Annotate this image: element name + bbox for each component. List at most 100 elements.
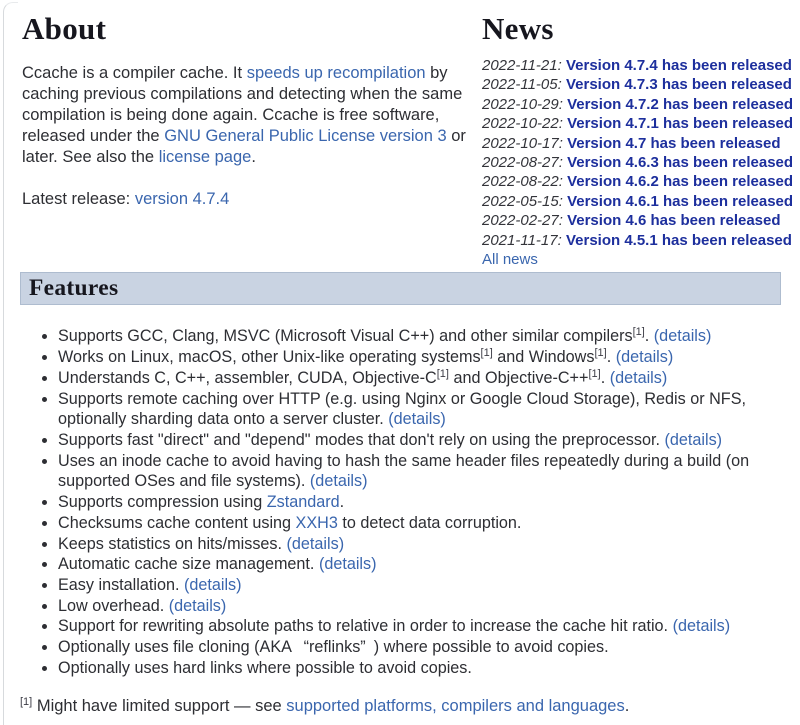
news-release-link[interactable]: Version 4.6.3 has been released <box>567 154 793 171</box>
news-release-link[interactable]: Version 4.7.2 has been released <box>567 96 793 113</box>
feature-item: Supports remote caching over HTTP (e.g. … <box>58 389 781 430</box>
text-run: Ccache is a compiler cache. It <box>22 64 247 82</box>
latest-release-line: Latest release: version 4.7.4 <box>22 189 478 210</box>
text-run: Understands C, C++, assembler, CUDA, Obj… <box>58 369 437 387</box>
text-run: Checksums cache content using <box>58 514 296 532</box>
feature-item: Optionally uses hard links where possibl… <box>58 658 781 679</box>
text-run: and Windows <box>493 348 595 366</box>
news-date: 2022-02-27: <box>482 212 563 229</box>
features-heading: Features <box>20 272 781 305</box>
inline-link[interactable]: (details) <box>388 410 446 428</box>
inline-link[interactable]: speeds up recompilation <box>247 64 426 82</box>
news-date: 2021-11-17: <box>482 232 562 249</box>
news-date: 2022-10-17: <box>482 135 563 152</box>
inline-link[interactable]: (details) <box>654 327 712 345</box>
text-run: . <box>645 327 654 345</box>
inline-link[interactable]: (details) <box>287 535 345 553</box>
text-run: Supports GCC, Clang, MSVC (Microsoft Vis… <box>58 327 633 345</box>
inline-link[interactable]: Zstandard <box>267 493 340 511</box>
news-release-link[interactable]: Version 4.7.3 has been released <box>566 76 792 93</box>
news-item: 2022-10-29: Version 4.7.2 has been relea… <box>482 95 793 114</box>
news-release-link[interactable]: Version 4.7 has been released <box>567 135 780 152</box>
about-heading: About <box>22 12 480 46</box>
news-item: 2022-02-27: Version 4.6 has been release… <box>482 211 793 230</box>
inline-link[interactable]: XXH3 <box>296 514 338 532</box>
news-release-link[interactable]: Version 4.6.1 has been released <box>567 193 793 210</box>
text-run: . <box>601 369 610 387</box>
news-item: 2022-10-22: Version 4.7.1 has been relea… <box>482 114 793 133</box>
text-run: Keeps statistics on hits/misses. <box>58 535 287 553</box>
text-run: Latest release: <box>22 190 135 208</box>
news-date: 2022-05-15: <box>482 193 563 210</box>
feature-item: Easy installation. (details) <box>58 575 781 596</box>
inline-link[interactable]: (details) <box>610 369 668 387</box>
inline-link[interactable]: (details) <box>310 472 368 490</box>
text-run: Automatic cache size management. <box>58 555 319 573</box>
text-run: . <box>607 348 616 366</box>
all-news-link[interactable]: All news <box>482 250 538 269</box>
feature-item: Optionally uses file cloning (AKA “refli… <box>58 637 781 658</box>
feature-item: Low overhead. (details) <box>58 596 781 617</box>
inline-link[interactable]: (details) <box>616 348 674 366</box>
text-run: Uses an inode cache to avoid having to h… <box>58 452 749 491</box>
text-run: . <box>625 697 630 715</box>
text-run: and Objective-C++ <box>449 369 588 387</box>
about-section: About Ccache is a compiler cache. It spe… <box>22 12 480 210</box>
feature-item: Works on Linux, macOS, other Unix-like o… <box>58 347 781 368</box>
text-run: Might have limited support — see <box>32 697 286 715</box>
news-date: 2022-08-22: <box>482 173 563 190</box>
feature-item: Supports compression using Zstandard. <box>58 492 781 513</box>
feature-item: Understands C, C++, assembler, CUDA, Obj… <box>58 368 781 389</box>
footnote-ref: [1] <box>633 326 645 338</box>
inline-link[interactable]: supported platforms, compilers and langu… <box>286 697 624 715</box>
inline-link[interactable]: version 4.7.4 <box>135 190 229 208</box>
news-section: News 2022-11-21: Version 4.7.4 has been … <box>482 12 793 269</box>
inline-link[interactable]: (details) <box>665 431 723 449</box>
feature-item: Supports GCC, Clang, MSVC (Microsoft Vis… <box>58 326 781 347</box>
news-release-link[interactable]: Version 4.6.2 has been released <box>567 173 793 190</box>
about-paragraph: Ccache is a compiler cache. It speeds up… <box>22 63 478 168</box>
inline-link[interactable]: (details) <box>169 597 227 615</box>
text-run: Optionally uses file cloning (AKA “refli… <box>58 638 609 656</box>
news-item: 2022-08-22: Version 4.6.2 has been relea… <box>482 172 793 191</box>
inline-link[interactable]: (details) <box>673 617 731 635</box>
footnote-ref: [1] <box>481 347 493 359</box>
text-run: Supports compression using <box>58 493 267 511</box>
feature-item: Uses an inode cache to avoid having to h… <box>58 451 781 492</box>
feature-item: Automatic cache size management. (detail… <box>58 554 781 575</box>
news-item: 2021-11-17: Version 4.5.1 has been relea… <box>482 231 793 250</box>
text-run: . <box>251 148 256 166</box>
news-item: 2022-10-17: Version 4.7 has been release… <box>482 134 793 153</box>
news-date: 2022-11-05: <box>482 76 562 93</box>
news-list: 2022-11-21: Version 4.7.4 has been relea… <box>482 56 793 250</box>
footnote-ref: [1] <box>437 368 449 380</box>
footnote-ref: [1] <box>20 696 32 708</box>
footnote: [1] Might have limited support — see sup… <box>20 696 781 717</box>
feature-item: Checksums cache content using XXH3 to de… <box>58 513 781 534</box>
inline-link[interactable]: (details) <box>184 576 242 594</box>
news-date: 2022-08-27: <box>482 154 563 171</box>
feature-item: Supports fast "direct" and "depend" mode… <box>58 430 781 451</box>
inline-link[interactable]: GNU General Public License version 3 <box>164 127 446 145</box>
top-columns: About Ccache is a compiler cache. It spe… <box>22 12 781 269</box>
text-run: to detect data corruption. <box>338 514 522 532</box>
news-item: 2022-11-05: Version 4.7.3 has been relea… <box>482 75 793 94</box>
features-list: Supports GCC, Clang, MSVC (Microsoft Vis… <box>22 326 781 678</box>
news-release-link[interactable]: Version 4.5.1 has been released <box>566 232 792 249</box>
text-run: Support for rewriting absolute paths to … <box>58 617 673 635</box>
news-release-link[interactable]: Version 4.6 has been released <box>567 212 780 229</box>
news-item: 2022-11-21: Version 4.7.4 has been relea… <box>482 56 793 75</box>
inline-link[interactable]: license page <box>159 148 252 166</box>
ccache-homepage: About Ccache is a compiler cache. It spe… <box>0 0 800 717</box>
news-heading: News <box>482 12 793 46</box>
footnote-ref: [1] <box>594 347 606 359</box>
news-release-link[interactable]: Version 4.7.1 has been released <box>567 115 793 132</box>
text-run: Low overhead. <box>58 597 169 615</box>
text-run: Easy installation. <box>58 576 184 594</box>
news-release-link[interactable]: Version 4.7.4 has been released <box>566 57 792 74</box>
news-date: 2022-10-22: <box>482 115 563 132</box>
text-run: Supports fast "direct" and "depend" mode… <box>58 431 665 449</box>
inline-link[interactable]: (details) <box>319 555 377 573</box>
feature-item: Keeps statistics on hits/misses. (detail… <box>58 534 781 555</box>
news-item: 2022-05-15: Version 4.6.1 has been relea… <box>482 192 793 211</box>
